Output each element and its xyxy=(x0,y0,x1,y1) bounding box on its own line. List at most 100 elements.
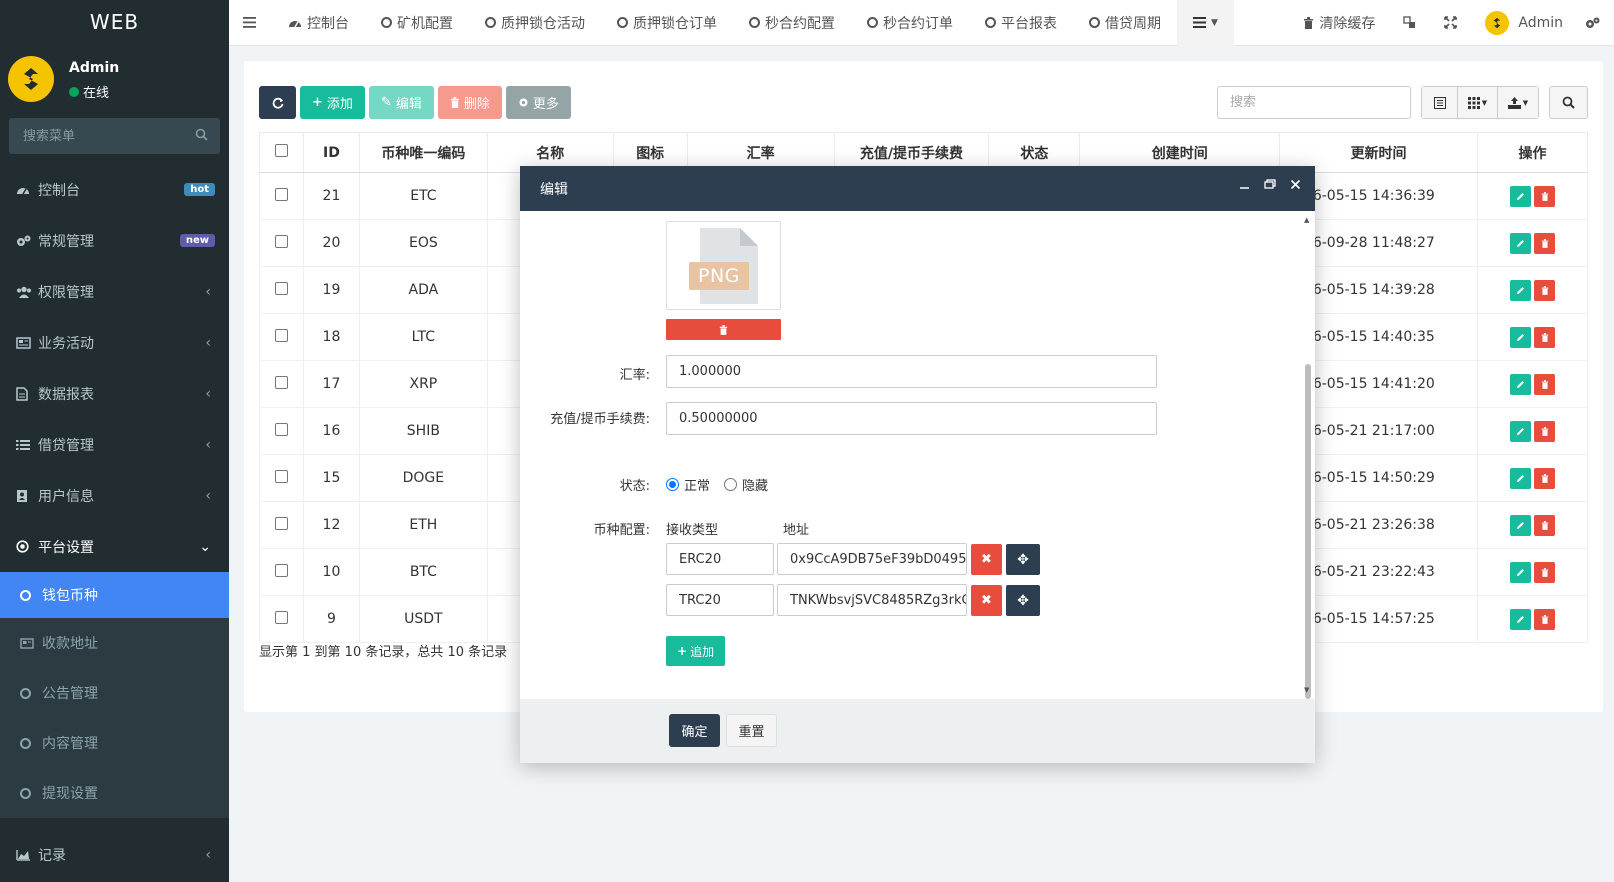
confirm-button[interactable]: 确定 xyxy=(669,714,720,747)
sidebar-item-general[interactable]: 常规管理 new xyxy=(0,215,229,266)
tab-platform-reports[interactable]: 平台报表 xyxy=(969,0,1073,46)
config-remove-button[interactable]: ✖ xyxy=(971,585,1002,616)
row-delete-button[interactable] xyxy=(1534,232,1555,254)
row-checkbox[interactable] xyxy=(274,516,288,530)
more-button[interactable]: 更多 xyxy=(505,86,571,119)
scroll-up-icon[interactable]: ▲ xyxy=(1304,216,1309,224)
row-delete-button[interactable] xyxy=(1534,514,1555,536)
sidebar-item-business[interactable]: 业务活动 ‹ xyxy=(0,317,229,368)
config-drag-handle[interactable]: ✥ xyxy=(1006,544,1040,575)
sidebar-toggle[interactable] xyxy=(229,0,272,46)
tab-staking-orders[interactable]: 质押锁仓订单 xyxy=(601,0,733,46)
row-edit-button[interactable] xyxy=(1510,373,1531,395)
edit-button[interactable]: ✎ 编辑 xyxy=(368,86,434,119)
tab-staking-activity[interactable]: 质押锁仓活动 xyxy=(469,0,601,46)
row-delete-button[interactable] xyxy=(1534,608,1555,630)
user-menu[interactable]: Admin xyxy=(1471,0,1577,46)
row-edit-button[interactable] xyxy=(1510,279,1531,301)
sidebar-item-withdraw-settings[interactable]: 提现设置 xyxy=(0,768,229,818)
export-dropdown[interactable]: ▼ xyxy=(1498,87,1538,118)
sidebar-item-dashboard[interactable]: 控制台 hot xyxy=(0,164,229,215)
config-type-input[interactable] xyxy=(666,584,774,616)
row-edit-button[interactable] xyxy=(1510,514,1531,536)
tab-dashboard[interactable]: 控制台 xyxy=(272,0,365,46)
row-checkbox[interactable] xyxy=(274,281,288,295)
sidebar-item-records[interactable]: 记录 ‹ xyxy=(0,828,229,882)
maximize-icon[interactable] xyxy=(1264,178,1276,194)
config-remove-button[interactable]: ✖ xyxy=(971,544,1002,575)
refresh-button[interactable] xyxy=(259,86,296,119)
row-edit-button[interactable] xyxy=(1510,608,1531,630)
row-delete-button[interactable] xyxy=(1534,420,1555,442)
status-normal-radio[interactable]: 正常 xyxy=(666,475,710,494)
sidebar-item-wallet-coins[interactable]: 钱包币种 xyxy=(0,572,229,618)
append-config-button[interactable]: + 追加 xyxy=(666,636,726,666)
sidebar-item-platform-settings[interactable]: 平台设置 ⌄ xyxy=(0,521,229,572)
row-checkbox[interactable] xyxy=(274,234,288,248)
close-icon[interactable] xyxy=(1290,178,1301,194)
row-checkbox[interactable] xyxy=(274,469,288,483)
menu-search-input[interactable] xyxy=(9,118,220,154)
scroll-thumb[interactable] xyxy=(1305,364,1311,699)
row-edit-button[interactable] xyxy=(1510,232,1531,254)
language-button[interactable] xyxy=(1389,0,1430,46)
delete-button[interactable]: 删除 xyxy=(437,86,502,119)
row-checkbox[interactable] xyxy=(274,610,288,624)
row-delete-button[interactable] xyxy=(1534,185,1555,207)
clear-cache-button[interactable]: 清除缓存 xyxy=(1289,0,1389,46)
row-delete-button[interactable] xyxy=(1534,326,1555,348)
row-checkbox[interactable] xyxy=(274,187,288,201)
fullscreen-button[interactable] xyxy=(1430,0,1471,46)
config-address-input[interactable] xyxy=(777,584,967,616)
row-edit-button[interactable] xyxy=(1510,561,1531,583)
row-edit-button[interactable] xyxy=(1510,185,1531,207)
row-delete-button[interactable] xyxy=(1534,373,1555,395)
more-tabs-dropdown[interactable]: ▼ xyxy=(1177,0,1234,46)
sidebar-item-receive-address[interactable]: 收款地址 xyxy=(0,618,229,668)
config-address-input[interactable] xyxy=(777,543,967,575)
row-delete-button[interactable] xyxy=(1534,561,1555,583)
config-type-input[interactable] xyxy=(666,543,774,575)
modal-body: PNG 汇率: 充值/提币手续费: 状态: 正常 隐藏 币种配置: 接收类型 地… xyxy=(520,211,1315,699)
advanced-search-button[interactable] xyxy=(1549,86,1588,119)
config-drag-handle[interactable]: ✥ xyxy=(1006,585,1040,616)
toggle-view-button[interactable] xyxy=(1422,87,1458,118)
pencil-icon: ✎ xyxy=(380,95,392,110)
row-edit-button[interactable] xyxy=(1510,420,1531,442)
rate-input[interactable] xyxy=(666,355,1157,388)
scroll-down-icon[interactable]: ▼ xyxy=(1304,686,1309,694)
settings-button[interactable] xyxy=(1577,0,1614,46)
columns-dropdown[interactable]: ▼ xyxy=(1458,87,1498,118)
minimize-icon[interactable] xyxy=(1239,178,1250,194)
row-checkbox[interactable] xyxy=(274,375,288,389)
row-delete-button[interactable] xyxy=(1534,467,1555,489)
table-search-input[interactable] xyxy=(1217,86,1411,119)
tab-second-contract-config[interactable]: 秒合约配置 xyxy=(733,0,851,46)
row-checkbox[interactable] xyxy=(274,422,288,436)
col-code[interactable]: 币种唯一编码 xyxy=(358,132,488,173)
sidebar-item-reports[interactable]: 数据报表 ‹ xyxy=(0,368,229,419)
row-checkbox[interactable] xyxy=(274,328,288,342)
row-checkbox[interactable] xyxy=(274,563,288,577)
app-logo[interactable]: WEB xyxy=(0,0,229,44)
tab-miner-config[interactable]: 矿机配置 xyxy=(365,0,469,46)
sidebar-item-permission[interactable]: 权限管理 ‹ xyxy=(0,266,229,317)
row-delete-button[interactable] xyxy=(1534,279,1555,301)
fee-input[interactable] xyxy=(666,402,1157,435)
search-icon[interactable] xyxy=(195,128,208,145)
status-hidden-radio[interactable]: 隐藏 xyxy=(724,475,768,494)
sidebar-item-users[interactable]: 用户信息 ‹ xyxy=(0,470,229,521)
row-edit-button[interactable] xyxy=(1510,326,1531,348)
sidebar-item-content[interactable]: 内容管理 xyxy=(0,718,229,768)
tab-second-contract-orders[interactable]: 秒合约订单 xyxy=(851,0,969,46)
select-all-checkbox[interactable] xyxy=(274,144,288,157)
sidebar-item-loans[interactable]: 借贷管理 ‹ xyxy=(0,419,229,470)
add-button[interactable]: + 添加 xyxy=(300,86,365,119)
row-edit-button[interactable] xyxy=(1510,467,1531,489)
sidebar-item-announcements[interactable]: 公告管理 xyxy=(0,668,229,718)
modal-scrollbar[interactable]: ▲ ▼ xyxy=(1303,216,1313,699)
tab-loan-cycle[interactable]: 借贷周期 xyxy=(1073,0,1177,46)
remove-image-button[interactable] xyxy=(666,319,781,340)
reset-button[interactable]: 重置 xyxy=(726,714,777,747)
col-id[interactable]: ID xyxy=(302,132,360,173)
